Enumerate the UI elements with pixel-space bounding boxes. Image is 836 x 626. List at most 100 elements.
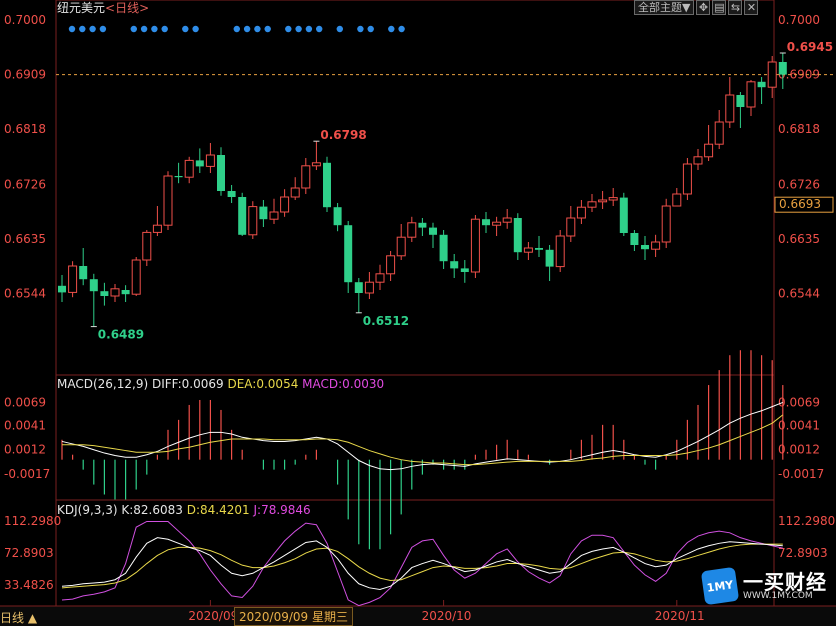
candle-body-41 (492, 221, 502, 226)
candle-body-47 (555, 235, 565, 268)
kdj-tick-right-0: 112.2980 (778, 514, 835, 528)
candle-body-35 (429, 227, 437, 235)
event-dot-1-2 (151, 25, 158, 33)
theme-dropdown[interactable]: 全部主题▼ (634, 0, 695, 15)
price-tick-right-3: 0.6726 (778, 177, 820, 191)
logo-url: WWW.1MY.COM (743, 591, 813, 601)
logo-badge: 1MY (700, 566, 740, 606)
event-dot-4-3 (316, 25, 323, 33)
candle-body-29 (364, 281, 374, 294)
period-selector[interactable]: 日线 ▲ (0, 609, 37, 626)
candle-body-20 (269, 211, 279, 220)
candle-body-64 (736, 95, 745, 107)
price-tick-left-2: 0.6818 (4, 122, 46, 136)
candle-body-34 (418, 222, 427, 228)
bottom-bar (0, 606, 836, 626)
price-tick-right-0: 0.7000 (778, 13, 820, 27)
candle-body-45 (535, 248, 543, 250)
kdj-tick-left-0: 112.2980 (4, 514, 61, 528)
candle-body-62 (714, 121, 724, 145)
event-dot-4-1 (295, 25, 302, 33)
event-dot-2-1 (192, 25, 199, 33)
candle-body-26 (333, 207, 342, 226)
candle-body-57 (661, 205, 671, 243)
candle-body-39 (470, 218, 480, 273)
candle-body-1 (68, 265, 78, 293)
candle-body-66 (757, 81, 766, 88)
event-dot-0-1 (79, 25, 86, 33)
candlestick-chart: 0.7000 0.70000.6909 0.69090.6818 0.68180.67… (0, 0, 836, 626)
price-tick-left-5: 0.6544 (4, 287, 46, 301)
kdj-k: K:82.6083 (121, 503, 183, 517)
period-tag: <日线> (105, 1, 150, 15)
candle-body-37 (450, 261, 459, 269)
candle-body-15 (217, 155, 225, 191)
macd-value: MACD:0.0030 (302, 377, 385, 391)
move-icon[interactable]: ✥ (696, 0, 711, 15)
candle-body-56 (651, 241, 661, 250)
candle-body-16 (227, 191, 236, 197)
panel-frame-1 (55, 374, 775, 501)
price-tick-left-3: 0.6726 (4, 177, 46, 191)
event-dot-6-1 (367, 25, 374, 33)
annotation-label-3: 0.6512 (363, 314, 409, 328)
candle-body-11 (174, 176, 183, 178)
event-dot-7-0 (388, 25, 395, 33)
cursor-date-label: 2020/09/09 星期三 (234, 607, 353, 626)
event-dot-1-1 (140, 25, 148, 33)
chart-toolbar: 全部主题▼ ✥ ▤ ⇆ ✕ (634, 0, 759, 15)
kdj-j: J:78.9846 (253, 503, 311, 517)
macd-diff-line (61, 401, 783, 471)
candle-body-67 (767, 61, 777, 88)
price-tick-right-5: 0.6544 (778, 287, 820, 301)
candle-body-2 (79, 266, 88, 280)
event-dot-3-3 (264, 25, 271, 33)
candle-body-8 (142, 231, 152, 261)
candle-body-30 (375, 273, 385, 283)
symbol-title: 纽元美元<日线> (57, 1, 149, 15)
macd-dea-line (62, 414, 784, 466)
swap-icon[interactable]: ⇆ (728, 0, 743, 15)
x-label-1: 2020/10 (422, 609, 472, 623)
candle-body-22 (290, 187, 300, 198)
macd-tick-right-0: 0.0069 (778, 395, 820, 409)
kdj-header: KDJ(9,3,3) K:82.6083 D:84.4201 J:78.9846 (57, 503, 311, 517)
candle-body-9 (152, 224, 162, 233)
event-dot-0-0 (68, 25, 76, 33)
candle-body-60 (693, 156, 703, 165)
kdj-k-line (61, 537, 783, 590)
candle-body-46 (545, 249, 554, 267)
right-price-tag: 0.6693 (779, 197, 821, 211)
close-icon[interactable]: ✕ (744, 0, 759, 15)
candle-body-18 (248, 206, 258, 236)
candle-body-65 (746, 81, 756, 108)
symbol-name: 纽元美元 (57, 1, 106, 15)
candle-body-42 (502, 217, 512, 223)
candle-body-50 (587, 201, 597, 208)
event-dot-0-3 (99, 25, 107, 33)
macd-diff: DIFF:0.0069 (151, 377, 224, 391)
candle-body-44 (523, 247, 533, 253)
candle-body-59 (682, 163, 692, 195)
candle-body-54 (630, 233, 639, 245)
event-dot-0-2 (89, 25, 96, 33)
event-dot-3-0 (233, 25, 240, 33)
annotation-label-0: 0.6945 (787, 40, 833, 54)
price-tick-left-4: 0.6635 (4, 232, 46, 246)
macd-tick-right-1: 0.0041 (778, 419, 820, 433)
candle-body-3 (89, 279, 98, 292)
macd-tick-left-3: -0.0017 (4, 467, 50, 481)
candle-body-48 (566, 217, 576, 237)
candle-body-21 (280, 196, 290, 213)
candle-body-4 (100, 291, 109, 296)
candle-body-12 (184, 159, 194, 178)
event-dot-1-0 (130, 25, 137, 33)
candle-body-25 (323, 162, 331, 208)
candle-body-52 (608, 197, 618, 201)
candle-body-63 (725, 94, 735, 123)
macd-name: MACD(26,12,9) (57, 377, 149, 391)
candle-body-10 (163, 175, 173, 226)
kdj-tick-left-1: 72.8903 (4, 546, 54, 560)
chart-icon[interactable]: ▤ (712, 0, 727, 15)
macd-tick-right-2: 0.0012 (778, 443, 820, 457)
